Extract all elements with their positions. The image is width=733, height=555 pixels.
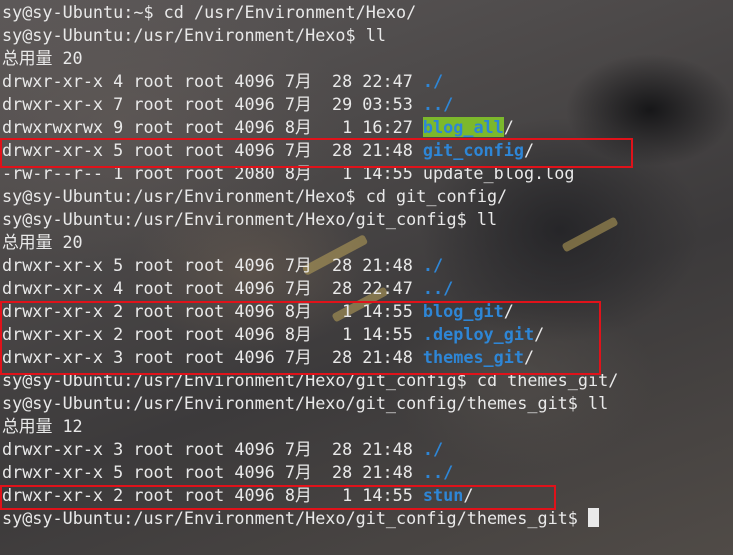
line-text: 总用量 20 [2, 48, 83, 68]
annotation-box-stun [0, 485, 556, 510]
line-text: drwxr-xr-x 5 root root 4096 7月 28 21:48 [2, 462, 423, 482]
terminal-line: sy@sy-Ubuntu:/usr/Environment/Hexo$ ll [2, 24, 618, 47]
terminal-line: drwxrwxrwx 9 root root 4096 8月 1 16:27 b… [2, 116, 618, 139]
line-text: sy@sy-Ubuntu:/usr/Environment/Hexo$ cd g… [2, 186, 508, 206]
terminal-line: 总用量 12 [2, 415, 618, 438]
line-text: drwxr-xr-x 3 root root 4096 7月 28 21:48 [2, 439, 423, 459]
terminal-line: 总用量 20 [2, 231, 618, 254]
directory-name: ./ [422, 71, 444, 91]
terminal-line: drwxr-xr-x 3 root root 4096 7月 28 21:48 … [2, 438, 618, 461]
directory-name: ../ [422, 278, 454, 298]
line-text: sy@sy-Ubuntu:/usr/Environment/Hexo/git_c… [2, 393, 609, 413]
line-text: drwxr-xr-x 4 root root 4096 7月 28 22:47 [2, 71, 423, 91]
terminal-line: sy@sy-Ubuntu:/usr/Environment/Hexo/git_c… [2, 507, 618, 530]
terminal-line: drwxr-xr-x 7 root root 4096 7月 29 03:53 … [2, 93, 618, 116]
directory-name: ./ [422, 439, 444, 459]
line-text: drwxrwxrwx 9 root root 4096 8月 1 16:27 [2, 117, 423, 137]
terminal-line: drwxr-xr-x 4 root root 4096 7月 28 22:47 … [2, 70, 618, 93]
terminal-line: drwxr-xr-x 5 root root 4096 7月 28 21:48 … [2, 254, 618, 277]
directory-slash: / [503, 117, 514, 137]
annotation-box-git-repos [0, 301, 601, 375]
line-text: sy@sy-Ubuntu:/usr/Environment/Hexo$ ll [2, 25, 386, 45]
line-text: drwxr-xr-x 4 root root 4096 7月 28 22:47 [2, 278, 423, 298]
terminal-line: sy@sy-Ubuntu:/usr/Environment/Hexo/git_c… [2, 392, 618, 415]
terminal-line: sy@sy-Ubuntu:~$ cd /usr/Environment/Hexo… [2, 1, 618, 24]
terminal-line: sy@sy-Ubuntu:/usr/Environment/Hexo$ cd g… [2, 185, 618, 208]
annotation-box-git-config [0, 138, 633, 168]
line-text: drwxr-xr-x 5 root root 4096 7月 28 21:48 [2, 255, 423, 275]
line-text: sy@sy-Ubuntu:~$ cd /usr/Environment/Hexo… [2, 2, 417, 22]
text-cursor[interactable] [587, 508, 599, 527]
directory-name: ../ [422, 94, 454, 114]
terminal-line: 总用量 20 [2, 47, 618, 70]
terminal-line: drwxr-xr-x 5 root root 4096 7月 28 21:48 … [2, 461, 618, 484]
line-text: drwxr-xr-x 7 root root 4096 7月 29 03:53 [2, 94, 423, 114]
line-text: sy@sy-Ubuntu:/usr/Environment/Hexo/git_c… [2, 209, 498, 229]
directory-name: ./ [422, 255, 444, 275]
terminal-line: sy@sy-Ubuntu:/usr/Environment/Hexo/git_c… [2, 208, 618, 231]
directory-name: ../ [422, 462, 454, 482]
directory-name: blog_all [422, 117, 504, 137]
terminal-line: drwxr-xr-x 4 root root 4096 7月 28 22:47 … [2, 277, 618, 300]
line-text: sy@sy-Ubuntu:/usr/Environment/Hexo/git_c… [2, 508, 588, 528]
terminal-output: sy@sy-Ubuntu:~$ cd /usr/Environment/Hexo… [2, 1, 618, 530]
terminal-window[interactable]: sy@sy-Ubuntu:~$ cd /usr/Environment/Hexo… [0, 0, 733, 555]
line-text: 总用量 20 [2, 232, 83, 252]
line-text: 总用量 12 [2, 416, 83, 436]
